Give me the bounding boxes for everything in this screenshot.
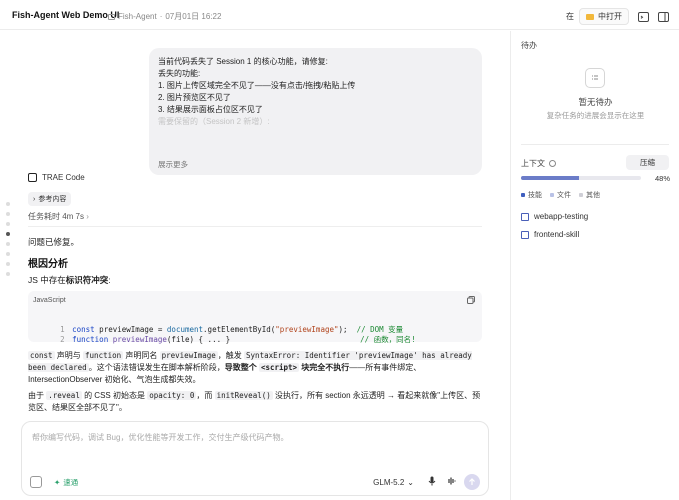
todo-title: 待办 (521, 41, 537, 50)
terminal-icon[interactable] (637, 11, 649, 23)
reference-chip[interactable]: › 参考内容 (28, 192, 72, 206)
agent-header: TRAE Code (28, 173, 85, 182)
info-icon[interactable] (549, 160, 556, 167)
legend-swatch (521, 193, 525, 197)
empty-subtitle: 复杂任务的进展会显示在这里 (546, 111, 645, 120)
project-name[interactable]: Fish-Agent (118, 12, 157, 21)
book-icon (521, 230, 529, 239)
section-heading: 根因分析 (28, 259, 68, 270)
message-line: 2. 图片预览区不见了 (158, 93, 231, 102)
task-elapsed[interactable]: 任务耗时 4m 7s › (28, 211, 89, 222)
folder-icon (586, 13, 594, 20)
panel-toggle-icon[interactable] (657, 11, 669, 23)
context-legend: 技能 文件 其他 (521, 190, 600, 200)
context-usage-percent: 48% (655, 174, 671, 183)
folder-icon (108, 13, 115, 20)
skill-item[interactable]: webapp-testing (521, 212, 588, 221)
code-block: JavaScript 1 const previewImage = documen… (28, 291, 482, 344)
empty-title: 暂无待办 (578, 97, 613, 107)
conflict-intro: JS 中存在标识符冲突: (28, 275, 111, 285)
message-line-faded: 需要保留的（Session 2 新增）: (158, 117, 270, 126)
message-line: 当前代码丢失了 Session 1 的核心功能，请修复: (158, 57, 328, 66)
list-icon (585, 68, 605, 88)
breadcrumb: Fish-Agent · 07月01日 16:22 (108, 11, 221, 22)
user-message: 当前代码丢失了 Session 1 的核心功能，请修复: 丢失的功能: 1. 图… (149, 48, 482, 175)
book-icon (521, 212, 529, 221)
response-status: 问题已修复。 (28, 237, 80, 247)
message-line: 3. 结果展示面板占位区不见了 (158, 105, 263, 114)
agent-logo-icon (28, 173, 37, 182)
legend-swatch (579, 193, 583, 197)
message-line: 丢失的功能: (158, 69, 201, 78)
legend-item: 文件 (550, 190, 571, 200)
app-title: Fish-Agent Web Demo UI (12, 10, 120, 20)
divider (521, 144, 669, 145)
divider (28, 226, 482, 227)
model-selector[interactable]: GLM-5.2 ⌄ (373, 478, 414, 487)
input-placeholder[interactable]: 帮你编写代码，调试 Bug，优化性能等开发工作，交付生产级代码产物。 (32, 432, 288, 443)
open-in-label: 中打开 (598, 12, 622, 21)
chevron-right-icon: › (86, 212, 89, 221)
agent-name: TRAE Code (42, 173, 85, 182)
top-bar: Fish-Agent Web Demo UI Fish-Agent · 07月0… (0, 0, 679, 30)
message-line: 1. 图片上传区域完全不见了——没有点击/拖拽/粘贴上传 (158, 81, 356, 90)
side-panel: 待办 暂无待办 复杂任务的进展会显示在这里 上下文 压缩 48% 技能 文件 其… (510, 31, 679, 500)
scroll-nav[interactable] (6, 202, 10, 276)
waveform-icon[interactable] (446, 477, 456, 487)
explanation-1: const 声明与 function 声明同名 previewImage ，触发 … (28, 351, 472, 384)
compress-button[interactable]: 压缩 (626, 155, 669, 170)
skill-item[interactable]: frontend-skill (521, 230, 579, 239)
session-date: 07月01日 16:22 (165, 12, 222, 21)
legend-item: 其他 (579, 190, 600, 200)
legend-item: 技能 (521, 190, 542, 200)
sparkle-icon: ✦ (54, 477, 61, 487)
code-language: JavaScript (33, 297, 66, 304)
chevron-down-icon: ⌄ (407, 477, 414, 487)
context-usage-bar (521, 176, 641, 180)
open-in-editor[interactable]: 在 中打开 (566, 8, 629, 25)
chat-input[interactable]: 帮你编写代码，调试 Bug，优化性能等开发工作，交付生产级代码产物。 ✦ 速通 … (21, 421, 489, 496)
context-usage-fill (521, 176, 579, 180)
microphone-icon[interactable] (428, 476, 436, 488)
attach-icon[interactable] (30, 476, 42, 488)
copy-icon[interactable] (467, 296, 475, 304)
context-header: 上下文 (521, 158, 556, 169)
explanation-2: 由于 .reveal 的 CSS 初始态是 opacity: 0 ，而 initR… (28, 391, 481, 412)
send-button[interactable] (464, 474, 480, 490)
legend-swatch (550, 193, 554, 197)
show-more-link[interactable]: 展示更多 (158, 159, 188, 171)
speed-mode-toggle[interactable]: ✦ 速通 (54, 477, 78, 488)
chevron-right-icon: › (33, 195, 36, 203)
chat-area: 当前代码丢失了 Session 1 的核心功能，请修复: 丢失的功能: 1. 图… (0, 31, 510, 500)
